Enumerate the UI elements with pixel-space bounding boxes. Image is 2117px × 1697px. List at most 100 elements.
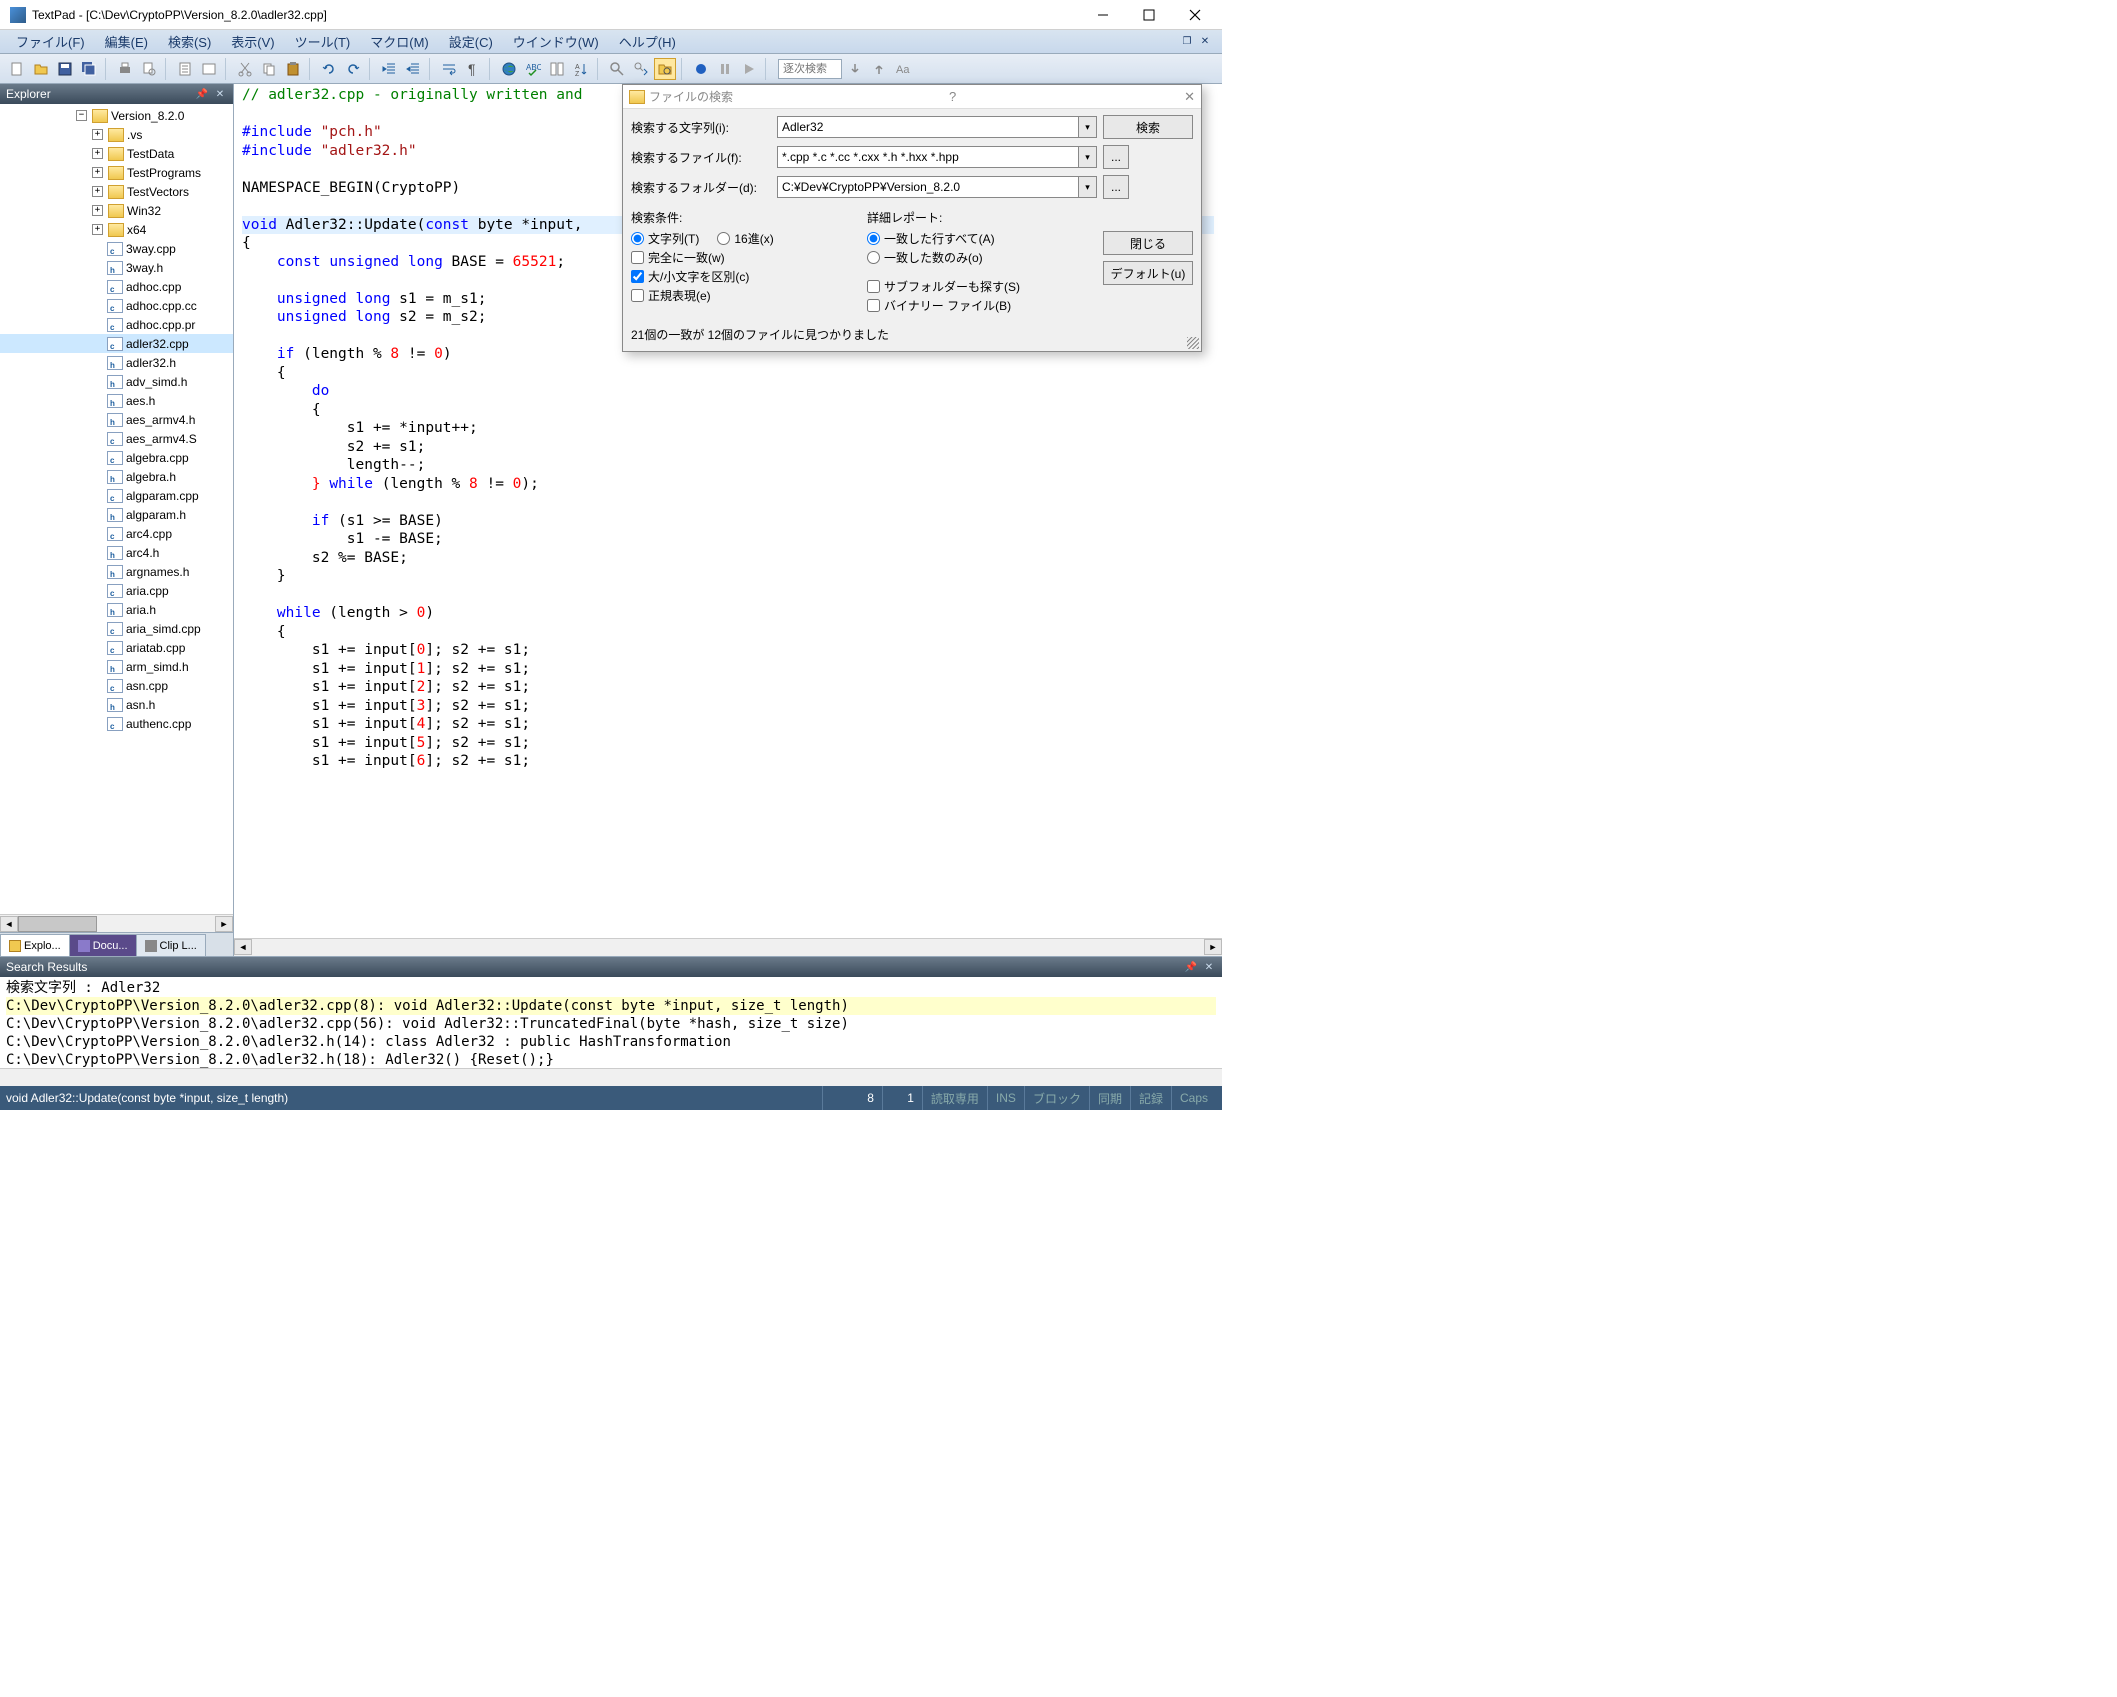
find-regex-checkbox[interactable] <box>631 289 644 302</box>
tree-file[interactable]: arm_simd.h <box>0 657 233 676</box>
open-file-icon[interactable] <box>30 58 52 80</box>
search-results-scrollbar[interactable] <box>0 1068 1222 1086</box>
show-paragraphs-icon[interactable]: ¶ <box>462 58 484 80</box>
outdent-icon[interactable] <box>402 58 424 80</box>
find-subfolders-checkbox[interactable] <box>867 280 880 293</box>
play-icon[interactable] <box>738 58 760 80</box>
find-binary-checkbox[interactable] <box>867 299 880 312</box>
tree-file[interactable]: aes_armv4.h <box>0 410 233 429</box>
find-icon[interactable] <box>606 58 628 80</box>
tree-folder-root[interactable]: −Version_8.2.0 <box>0 106 233 125</box>
sort-icon[interactable]: AZ <box>570 58 592 80</box>
find-cond-text-radio[interactable] <box>631 232 644 245</box>
find-match-case-checkbox[interactable] <box>631 270 644 283</box>
tree-file[interactable]: adv_simd.h <box>0 372 233 391</box>
tree-folder[interactable]: +x64 <box>0 220 233 239</box>
mdi-restore-button[interactable]: ❐ <box>1180 35 1194 49</box>
find-report-all-radio[interactable] <box>867 232 880 245</box>
find-resize-grip[interactable] <box>1187 337 1199 349</box>
find-close-button[interactable]: 閉じる <box>1103 231 1193 255</box>
tree-folder[interactable]: +TestPrograms <box>0 163 233 182</box>
tree-file[interactable]: adhoc.cpp.pr <box>0 315 233 334</box>
indent-icon[interactable] <box>378 58 400 80</box>
tree-file[interactable]: adhoc.cpp <box>0 277 233 296</box>
minimize-button[interactable] <box>1080 1 1126 29</box>
tree-file[interactable]: arc4.cpp <box>0 524 233 543</box>
tree-file[interactable]: aria.cpp <box>0 581 233 600</box>
tab-documents[interactable]: Docu... <box>69 934 137 956</box>
save-icon[interactable] <box>54 58 76 80</box>
find-files-dropdown[interactable]: ▾ <box>1079 146 1097 168</box>
tree-file[interactable]: 3way.cpp <box>0 239 233 258</box>
search-panel-pin-icon[interactable]: 📌 <box>1184 960 1198 974</box>
undo-icon[interactable] <box>318 58 340 80</box>
tree-file[interactable]: aria.h <box>0 600 233 619</box>
find-text-input[interactable] <box>777 116 1079 138</box>
menu-window[interactable]: ウインドウ(W) <box>503 30 609 53</box>
tree-file[interactable]: authenc.cpp <box>0 714 233 733</box>
tree-file[interactable]: asn.cpp <box>0 676 233 695</box>
match-case-icon[interactable]: Aa <box>892 58 914 80</box>
record-icon[interactable] <box>690 58 712 80</box>
menu-config[interactable]: 設定(C) <box>439 30 503 53</box>
pause-icon[interactable] <box>714 58 736 80</box>
menu-view[interactable]: 表示(V) <box>221 30 284 53</box>
find-whole-word-checkbox[interactable] <box>631 251 644 264</box>
tree-file[interactable]: ariatab.cpp <box>0 638 233 657</box>
tree-file[interactable]: aria_simd.cpp <box>0 619 233 638</box>
find-files-input[interactable] <box>777 146 1079 168</box>
incremental-search-input[interactable] <box>778 59 842 79</box>
wordwrap-icon[interactable] <box>438 58 460 80</box>
menu-macros[interactable]: マクロ(M) <box>360 30 439 53</box>
search-up-icon[interactable] <box>868 58 890 80</box>
find-files-browse-button[interactable]: ... <box>1103 145 1129 169</box>
menu-tools[interactable]: ツール(T) <box>285 30 361 53</box>
file-tree[interactable]: −Version_8.2.0+.vs+TestData+TestPrograms… <box>0 104 233 914</box>
search-panel-close-icon[interactable]: ✕ <box>1202 960 1216 974</box>
web-icon[interactable] <box>498 58 520 80</box>
tree-file[interactable]: algebra.cpp <box>0 448 233 467</box>
tab-clip-library[interactable]: Clip L... <box>136 934 206 956</box>
print-preview-icon[interactable] <box>138 58 160 80</box>
find-cond-hex-radio[interactable] <box>717 232 730 245</box>
tree-file[interactable]: algparam.h <box>0 505 233 524</box>
maximize-button[interactable] <box>1126 1 1172 29</box>
find-folder-dropdown[interactable]: ▾ <box>1079 176 1097 198</box>
find-help-icon[interactable]: ? <box>949 89 956 104</box>
redo-icon[interactable] <box>342 58 364 80</box>
copy-icon[interactable] <box>258 58 280 80</box>
find-report-count-radio[interactable] <box>867 251 880 264</box>
tree-file[interactable]: adler32.cpp <box>0 334 233 353</box>
tree-folder[interactable]: +.vs <box>0 125 233 144</box>
find-folder-browse-button[interactable]: ... <box>1103 175 1129 199</box>
close-button[interactable] <box>1172 1 1218 29</box>
menu-edit[interactable]: 編集(E) <box>95 30 158 53</box>
print-icon[interactable] <box>114 58 136 80</box>
find-in-files-icon[interactable] <box>654 58 676 80</box>
find-next-icon[interactable] <box>630 58 652 80</box>
tree-file[interactable]: aes_armv4.S <box>0 429 233 448</box>
cut-icon[interactable] <box>234 58 256 80</box>
tree-file[interactable]: asn.h <box>0 695 233 714</box>
tree-file[interactable]: aes.h <box>0 391 233 410</box>
tree-file[interactable]: adler32.h <box>0 353 233 372</box>
tree-folder[interactable]: +Win32 <box>0 201 233 220</box>
find-folder-input[interactable] <box>777 176 1079 198</box>
compare-icon[interactable] <box>546 58 568 80</box>
find-close-icon[interactable]: ✕ <box>1184 89 1195 105</box>
tree-folder[interactable]: +TestData <box>0 144 233 163</box>
tree-file[interactable]: adhoc.cpp.cc <box>0 296 233 315</box>
find-search-button[interactable]: 検索 <box>1103 115 1193 139</box>
search-down-icon[interactable] <box>844 58 866 80</box>
tree-file[interactable]: 3way.h <box>0 258 233 277</box>
panel-pin-icon[interactable]: 📌 <box>195 87 209 101</box>
find-text-dropdown[interactable]: ▾ <box>1079 116 1097 138</box>
properties-icon[interactable] <box>174 58 196 80</box>
new-file-icon[interactable] <box>6 58 28 80</box>
tree-file[interactable]: arc4.h <box>0 543 233 562</box>
manage-files-icon[interactable] <box>198 58 220 80</box>
find-default-button[interactable]: デフォルト(u) <box>1103 261 1193 285</box>
menu-help[interactable]: ヘルプ(H) <box>609 30 686 53</box>
spellcheck-icon[interactable]: ABC <box>522 58 544 80</box>
tree-file[interactable]: algparam.cpp <box>0 486 233 505</box>
